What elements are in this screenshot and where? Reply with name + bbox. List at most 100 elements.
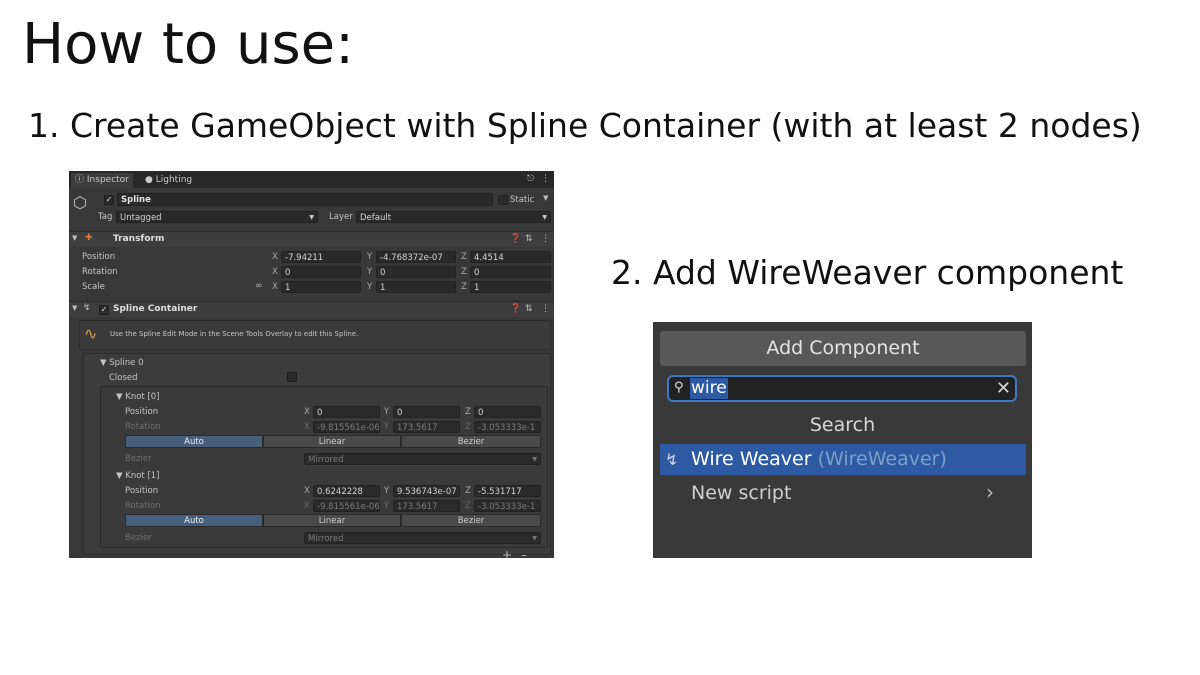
kebab-menu-icon[interactable]: ⋮ bbox=[541, 304, 550, 314]
lock-icon[interactable]: ⎋ bbox=[527, 174, 534, 184]
axis-y-label: Y bbox=[367, 252, 373, 262]
knot-1-bezier-label: Bezier bbox=[125, 533, 152, 543]
knot-0-title: Knot [0] bbox=[125, 392, 160, 402]
help-box: ∿ Use the Spline Edit Mode in the Scene … bbox=[79, 320, 551, 350]
tag-value: Untagged bbox=[120, 213, 162, 223]
axis-y-label: Y bbox=[367, 267, 373, 277]
constrain-proportions-icon[interactable]: ∞ bbox=[255, 281, 263, 291]
knot-1-rotation-z: -3.053333e-1 bbox=[474, 500, 541, 512]
component-enabled-checkbox[interactable]: ✓ bbox=[99, 305, 109, 315]
wire-script-icon: ↯ bbox=[665, 450, 679, 469]
knot-1-position-z[interactable]: -5.531717 bbox=[474, 485, 541, 497]
static-checkbox[interactable] bbox=[498, 195, 508, 205]
add-knot-icon[interactable]: + bbox=[502, 548, 512, 558]
knot-1-mode-bezier-button[interactable]: Bezier bbox=[401, 514, 541, 527]
layer-value: Default bbox=[360, 213, 392, 223]
axis-z-label: Z bbox=[465, 486, 471, 496]
knot-1-foldout[interactable]: ▼ Knot [1] bbox=[116, 471, 160, 481]
knot-1-rotation-x: -9.815561e-06 bbox=[313, 500, 380, 512]
step-2-text: 2. Add WireWeaver component bbox=[611, 253, 1124, 292]
knot-1-position-x[interactable]: 0.6242228 bbox=[313, 485, 380, 497]
axis-x-label: X bbox=[304, 486, 310, 496]
position-y-field[interactable]: -4.768372e-07 bbox=[376, 251, 456, 263]
rotation-x-field[interactable]: 0 bbox=[281, 266, 361, 278]
axis-x-label: X bbox=[304, 501, 310, 511]
knot-1-bezier-dropdown: Mirrored ▼ bbox=[304, 532, 541, 544]
search-value[interactable]: wire bbox=[690, 378, 728, 399]
remove-knot-icon[interactable]: – bbox=[521, 548, 527, 558]
scale-z-field[interactable]: 1 bbox=[470, 281, 551, 293]
layer-dropdown[interactable]: Default ▼ bbox=[356, 211, 551, 223]
knot-1-title: Knot [1] bbox=[125, 471, 160, 481]
rotation-y-field[interactable]: 0 bbox=[376, 266, 456, 278]
spline-container-header[interactable]: ▼ ↯ ✓ Spline Container ❓ ⇅ ⋮ bbox=[69, 301, 554, 317]
spline-curve-icon: ∿ bbox=[84, 324, 98, 343]
static-dropdown-icon[interactable]: ▼ bbox=[543, 194, 548, 202]
kebab-menu-icon[interactable]: ⋮ bbox=[541, 234, 550, 244]
knot-0-position-label: Position bbox=[125, 407, 159, 417]
transform-title: Transform bbox=[113, 234, 165, 244]
knot-1-bezier-value: Mirrored bbox=[308, 534, 344, 544]
search-icon: ⚲ bbox=[674, 380, 684, 395]
kebab-menu-icon[interactable]: ⋮ bbox=[541, 174, 550, 184]
clear-search-icon[interactable]: ✕ bbox=[996, 377, 1011, 400]
axis-x-label: X bbox=[304, 422, 310, 432]
presets-icon[interactable]: ⇅ bbox=[525, 304, 533, 314]
position-label: Position bbox=[82, 252, 116, 262]
component-search-input[interactable]: ⚲ wire ✕ bbox=[667, 375, 1017, 402]
tab-inspector[interactable]: ⓘ Inspector bbox=[71, 173, 133, 188]
knot-0-rotation-x: -9.815561e-06 bbox=[313, 421, 380, 433]
object-name-field[interactable]: Spline bbox=[117, 193, 493, 206]
layer-label: Layer bbox=[329, 212, 353, 222]
axis-x-label: X bbox=[272, 252, 278, 262]
knot-0-foldout[interactable]: ▼ Knot [0] bbox=[116, 392, 160, 402]
knot-0-mode-auto-button[interactable]: Auto bbox=[125, 435, 263, 448]
knot-0-rotation-y: 173.5617 bbox=[393, 421, 460, 433]
help-icon[interactable]: ❓ bbox=[510, 304, 521, 314]
tag-dropdown[interactable]: Untagged ▼ bbox=[116, 211, 318, 223]
knot-0-position-y[interactable]: 0 bbox=[393, 406, 460, 418]
tab-inspector-label: Inspector bbox=[86, 175, 129, 185]
knot-1-position-y[interactable]: 9.536743e-07 bbox=[393, 485, 460, 497]
transform-header[interactable]: ▼ ✚ Transform ❓ ⇅ ⋮ bbox=[69, 231, 554, 247]
spline-0-foldout[interactable]: ▼ Spline 0 bbox=[100, 358, 144, 368]
tab-lighting[interactable]: ● Lighting bbox=[141, 173, 196, 188]
new-script-item[interactable]: New script bbox=[691, 482, 791, 504]
axis-z-label: Z bbox=[465, 407, 471, 417]
static-label: Static bbox=[510, 195, 535, 205]
knot-0-position-x[interactable]: 0 bbox=[313, 406, 380, 418]
tag-label: Tag bbox=[98, 212, 113, 222]
foldout-arrow-icon[interactable]: ▼ bbox=[72, 304, 77, 312]
chevron-down-icon: ▼ bbox=[532, 535, 537, 542]
presets-icon[interactable]: ⇅ bbox=[525, 234, 533, 244]
knot-0-position-z[interactable]: 0 bbox=[474, 406, 541, 418]
axis-y-label: Y bbox=[384, 486, 390, 496]
knot-1-position-label: Position bbox=[125, 486, 159, 496]
rotation-z-field[interactable]: 0 bbox=[470, 266, 551, 278]
closed-checkbox[interactable] bbox=[287, 372, 297, 382]
step-1-text: 1. Create GameObject with Spline Contain… bbox=[28, 106, 1142, 145]
search-result-wireweaver[interactable]: ↯ Wire Weaver (WireWeaver) bbox=[660, 444, 1026, 475]
knot-1-rotation-y: 173.5617 bbox=[393, 500, 460, 512]
scale-x-field[interactable]: 1 bbox=[281, 281, 361, 293]
chevron-right-icon[interactable]: › bbox=[986, 480, 994, 504]
knot-1-mode-auto-button[interactable]: Auto bbox=[125, 514, 263, 527]
scale-label: Scale bbox=[82, 282, 105, 292]
knot-0-mode-linear-button[interactable]: Linear bbox=[263, 435, 401, 448]
position-z-field[interactable]: 4.4514 bbox=[470, 251, 551, 263]
axis-z-label: Z bbox=[461, 252, 467, 262]
inspector-tab-bar: ⓘ Inspector ● Lighting ⎋ ⋮ bbox=[69, 171, 554, 188]
transform-axes-icon: ✚ bbox=[85, 233, 93, 243]
search-section-header: Search bbox=[809, 414, 876, 436]
chevron-down-icon: ▼ bbox=[532, 456, 537, 463]
help-icon[interactable]: ❓ bbox=[510, 234, 521, 244]
knot-0-mode-bezier-button[interactable]: Bezier bbox=[401, 435, 541, 448]
scale-y-field[interactable]: 1 bbox=[376, 281, 456, 293]
knot-1-mode-linear-button[interactable]: Linear bbox=[263, 514, 401, 527]
axis-z-label: Z bbox=[465, 422, 471, 432]
active-checkbox[interactable]: ✓ bbox=[104, 195, 114, 205]
rotation-label: Rotation bbox=[82, 267, 118, 277]
foldout-arrow-icon[interactable]: ▼ bbox=[72, 234, 77, 242]
slide-title: How to use: bbox=[22, 12, 354, 77]
position-x-field[interactable]: -7.94211 bbox=[281, 251, 361, 263]
